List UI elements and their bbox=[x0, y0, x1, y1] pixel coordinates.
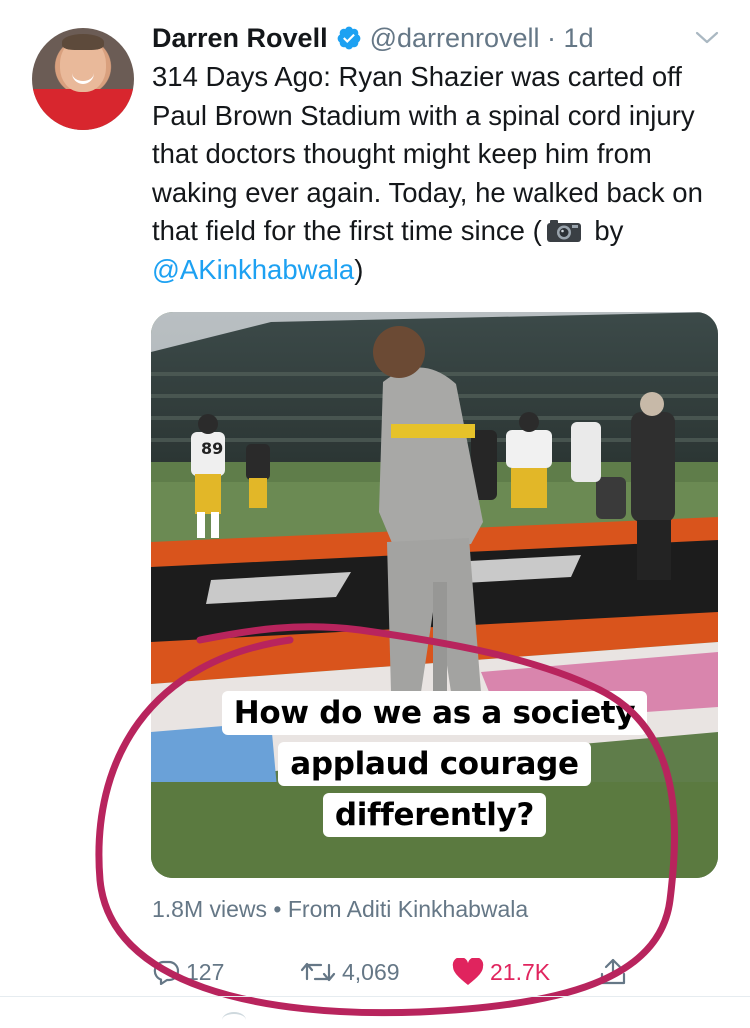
tweet-text-by: by bbox=[586, 215, 624, 246]
like-count: 21.7K bbox=[490, 958, 551, 985]
share-icon bbox=[600, 958, 626, 985]
caption-line-2: applaud courage bbox=[278, 742, 591, 786]
camera-icon bbox=[546, 215, 582, 242]
retweet-button[interactable]: 4,069 bbox=[300, 952, 400, 992]
tweet-text: 314 Days Ago: Ryan Shazier was carted of… bbox=[152, 58, 737, 289]
jersey-number: 89 bbox=[201, 439, 223, 458]
mention-link[interactable]: @AKinkhabwala bbox=[152, 254, 354, 285]
author-avatar[interactable] bbox=[32, 28, 134, 130]
chevron-down-icon[interactable] bbox=[694, 28, 720, 48]
tweet-header: Darren Rovell @darrenrovell · 1d bbox=[152, 18, 594, 58]
tweet-text-close: ) bbox=[354, 253, 364, 285]
like-button[interactable]: 21.7K bbox=[452, 952, 550, 992]
reply-button[interactable]: 127 bbox=[152, 952, 224, 992]
caption-line-3: differently? bbox=[322, 793, 547, 837]
avatar-shirt bbox=[32, 89, 134, 130]
retweet-count: 4,069 bbox=[342, 958, 400, 985]
reply-count: 127 bbox=[186, 958, 225, 985]
separator bbox=[0, 996, 750, 997]
caption-overlay: How do we as a society applaud courage d… bbox=[151, 691, 718, 837]
author-handle-time[interactable]: @darrenrovell · 1d bbox=[370, 23, 594, 54]
reply-icon bbox=[153, 960, 180, 985]
views-and-source[interactable]: 1.8M views • From Aditi Kinkhabwala bbox=[152, 896, 528, 923]
heart-icon bbox=[452, 958, 484, 985]
author-name[interactable]: Darren Rovell bbox=[152, 23, 328, 54]
share-button[interactable] bbox=[598, 952, 634, 992]
tweet-action-bar: 127 4,069 21.7K bbox=[152, 952, 722, 992]
verified-badge-icon bbox=[337, 26, 360, 50]
avatar-hair bbox=[62, 34, 104, 50]
caption-line-1: How do we as a society bbox=[221, 691, 648, 735]
retweet-icon bbox=[300, 962, 336, 982]
